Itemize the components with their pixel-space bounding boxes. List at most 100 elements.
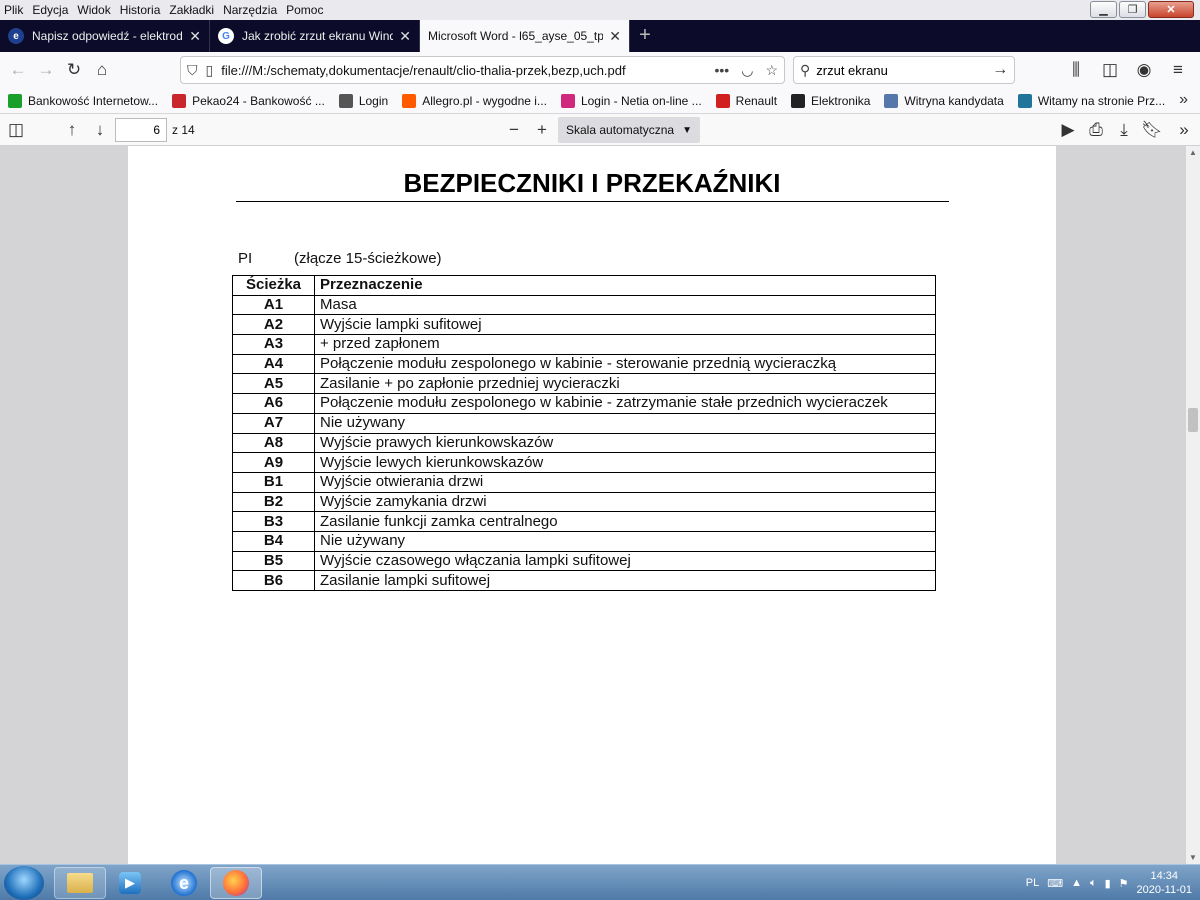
volume-icon[interactable]: 🔈︎	[1090, 877, 1097, 890]
bookmark-label: Pekao24 - Bankowość ...	[192, 93, 325, 108]
table-row: A2 Wyjście lampki sufitowej	[232, 314, 936, 336]
next-page-icon[interactable]: ↓	[86, 116, 114, 144]
path-cell: A2	[232, 314, 315, 336]
menu-item[interactable]: Zakładki	[169, 3, 214, 17]
page-total: z 14	[172, 123, 195, 137]
print-icon[interactable]: ⎙	[1082, 116, 1110, 144]
search-box[interactable]: ⚲ →	[793, 56, 1015, 84]
bookmark-label: Login - Netia on-line ...	[580, 93, 702, 108]
path-cell: A8	[232, 432, 315, 454]
language-indicator[interactable]: PL	[1026, 877, 1039, 889]
tab[interactable]: Microsoft Word - l65_ayse_05_tpr_0 ✕	[420, 20, 630, 52]
search-go-arrow-icon[interactable]: →	[992, 61, 1008, 79]
bookmark-item[interactable]: Allegro.pl - wygodne i...	[402, 93, 547, 108]
bookmark-label: Login	[358, 93, 389, 108]
menu-item[interactable]: Plik	[4, 3, 23, 17]
bookmark-item[interactable]: Pekao24 - Bankowość ...	[172, 93, 325, 108]
close-tab-icon[interactable]: ✕	[399, 28, 411, 45]
tab[interactable]: e Napisz odpowiedź - elektroda.pl ✕	[0, 20, 210, 52]
media-player-icon[interactable]: ▶	[104, 867, 156, 899]
address-bar[interactable]: ⛉ ▯ file:///M:/schematy,dokumentacje/ren…	[180, 56, 785, 84]
toggle-sidebar-icon[interactable]: ◫	[2, 116, 30, 144]
pocket-icon[interactable]: ◡	[741, 62, 753, 79]
clock-date: 2020-11-01	[1136, 884, 1192, 896]
clock[interactable]: 14:34 2020-11-01	[1137, 869, 1192, 897]
firefox-icon[interactable]	[210, 867, 262, 899]
account-icon[interactable]: ◉	[1130, 56, 1158, 84]
more-actions-icon[interactable]: •••	[715, 62, 730, 78]
close-tab-icon[interactable]: ✕	[189, 28, 201, 45]
bookmark-item[interactable]: Elektronika	[791, 93, 870, 108]
new-tab-plus-icon[interactable]: +	[630, 20, 660, 52]
hamburger-menu-icon[interactable]: ≡	[1164, 56, 1192, 84]
table-row: B5 Wyjście czasowego włączania lampki suf…	[232, 550, 936, 572]
tools-overflow-icon[interactable]: »	[1170, 116, 1198, 144]
zoom-out-icon[interactable]: −	[500, 116, 528, 144]
tab[interactable]: G Jak zrobić zrzut ekranu Windows ✕	[210, 20, 420, 52]
pdf-viewer[interactable]: BEZPIECZNIKI I PRZEKAŹNIKI PI (złącze 15…	[0, 146, 1186, 864]
purpose-cell: Nie używany	[314, 412, 936, 434]
show-hidden-icons-icon[interactable]: ▲	[1071, 877, 1082, 889]
bookmark-favicon-icon	[8, 93, 22, 108]
window-controls: ▁ ❐ ✕	[1090, 1, 1194, 18]
bookmark-item[interactable]: Renault	[715, 93, 777, 108]
home-icon[interactable]: ⌂	[88, 56, 116, 84]
path-cell: B2	[232, 491, 315, 513]
start-button[interactable]	[4, 866, 44, 900]
tab-title: Microsoft Word - l65_ayse_05_tpr_0	[428, 29, 604, 43]
column-header-path: Ścieżka	[232, 275, 315, 296]
reload-icon[interactable]: ↻	[60, 56, 88, 84]
back-arrow-icon[interactable]: ←	[4, 56, 32, 84]
sidebar-icon[interactable]: ◫	[1096, 56, 1124, 84]
bookmark-item[interactable]: Login - Netia on-line ...	[560, 93, 702, 108]
scrollbar-thumb[interactable]	[1188, 408, 1198, 432]
shield-icon[interactable]: ⛉	[187, 62, 198, 79]
internet-explorer-icon[interactable]: e	[158, 867, 210, 899]
vertical-scrollbar[interactable]: ▲ ▼	[1186, 146, 1200, 864]
close-tab-icon[interactable]: ✕	[609, 28, 621, 45]
bookmarks-overflow-icon[interactable]: »	[1179, 91, 1188, 109]
menu-item[interactable]: Narzędzia	[223, 3, 277, 17]
bookmark-item[interactable]: Witamy na stronie Prz...	[1017, 93, 1166, 108]
menu-item[interactable]: Pomoc	[286, 3, 323, 17]
keyboard-icon[interactable]: ⌨	[1047, 877, 1063, 890]
bookmark-label: Witamy na stronie Prz...	[1037, 93, 1166, 108]
pdf-page: BEZPIECZNIKI I PRZEKAŹNIKI PI (złącze 15…	[128, 146, 1056, 864]
purpose-cell: Połączenie modułu zespolonego w kabinie …	[314, 353, 936, 375]
network-icon[interactable]: ▮	[1105, 877, 1111, 890]
presentation-mode-icon[interactable]: ▶	[1054, 116, 1082, 144]
search-input[interactable]	[816, 62, 993, 78]
bookmark-item[interactable]: Witryna kandydata	[884, 93, 1004, 108]
menu-item[interactable]: Historia	[120, 3, 161, 17]
download-icon[interactable]: ⤓	[1110, 116, 1138, 144]
action-center-flag-icon[interactable]: ⚑	[1119, 877, 1129, 890]
zoom-select[interactable]: Skala automatyczna ▼	[558, 117, 700, 143]
minimize-button[interactable]: ▁	[1090, 1, 1117, 18]
library-icon[interactable]: ⫼	[1062, 56, 1090, 84]
bookmarks-bar: Bankowość Internetow... Pekao24 - Bankowo…	[0, 88, 1200, 114]
close-window-button[interactable]: ✕	[1148, 1, 1194, 18]
bookmark-item[interactable]: Login	[338, 93, 389, 108]
purpose-cell: Nie używany	[314, 530, 936, 552]
path-cell: B3	[232, 511, 315, 532]
forward-arrow-icon[interactable]: →	[32, 56, 60, 84]
restore-button[interactable]: ❐	[1119, 1, 1146, 18]
bookmark-star-icon[interactable]: ☆	[765, 62, 778, 79]
purpose-cell: Wyjście zamykania drzwi	[314, 491, 936, 513]
bookmark-item[interactable]: Bankowość Internetow...	[8, 93, 158, 108]
clock-time: 14:34	[1150, 870, 1179, 882]
table-header-row: Ścieżka Przeznaczenie	[232, 275, 936, 296]
menu-item[interactable]: Widok	[77, 3, 110, 17]
scroll-down-arrow-icon[interactable]: ▼	[1189, 853, 1197, 862]
zoom-in-icon[interactable]: +	[528, 116, 556, 144]
scroll-up-arrow-icon[interactable]: ▲	[1189, 148, 1197, 157]
table-row: A6 Połączenie modułu zespolonego w kabini…	[232, 393, 936, 414]
purpose-cell: Połączenie modułu zespolonego w kabinie …	[314, 393, 936, 414]
purpose-cell: Zasilanie lampki sufitowej	[314, 570, 936, 591]
menu-item[interactable]: Edycja	[32, 3, 68, 17]
previous-page-icon[interactable]: ↑	[58, 116, 86, 144]
file-explorer-icon[interactable]	[54, 867, 106, 899]
document-bookmark-icon[interactable]: 🔖︎	[1138, 116, 1166, 144]
page-number-input[interactable]	[115, 118, 167, 142]
bookmark-favicon-icon	[560, 93, 575, 108]
